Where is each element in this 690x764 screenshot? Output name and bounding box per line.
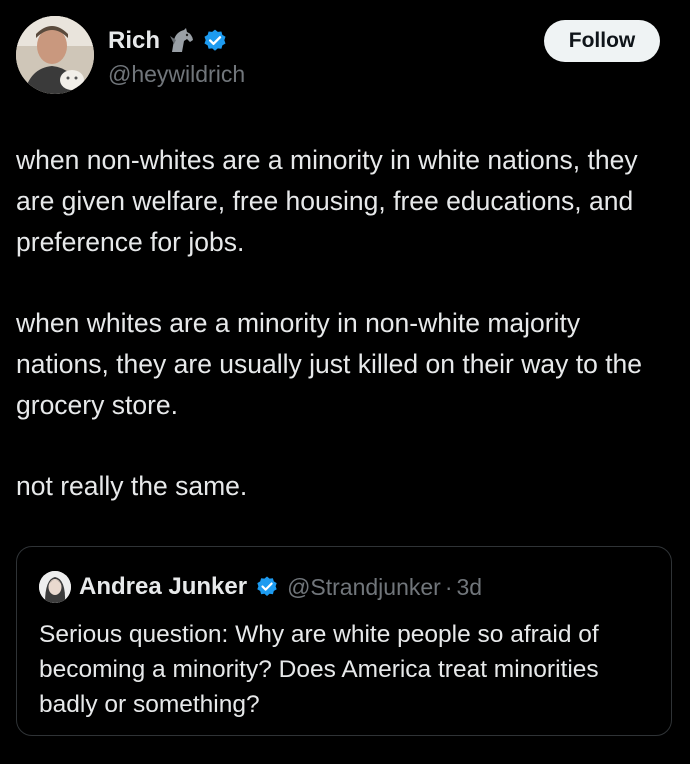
quoted-tweet-text: Serious question: Why are white people s… [39, 621, 599, 718]
tweet-header: Rich @heywildrich Follow [16, 16, 660, 96]
quoted-author-handle[interactable]: @Strandjunker [287, 574, 441, 601]
quoted-tweet-header: Andrea Junker @Strandjunker · 3d [39, 571, 482, 603]
tweet-paragraph: when non-whites are a minority in white … [16, 145, 638, 257]
tweet-text: when non-whites are a minority in white … [16, 140, 676, 547]
quoted-author-avatar[interactable] [39, 571, 71, 603]
verified-badge-icon [255, 575, 279, 599]
separator-dot: · [444, 573, 453, 600]
author-avatar[interactable] [16, 16, 94, 94]
tweet-paragraph: not really the same. [16, 471, 248, 501]
author-handle[interactable]: @heywildrich [108, 61, 245, 88]
horse-icon [166, 26, 196, 56]
author-name-row: Rich [108, 26, 228, 56]
follow-button[interactable]: Follow [544, 20, 660, 62]
quoted-tweet-timestamp[interactable]: 3d [457, 574, 483, 601]
author-display-name[interactable]: Rich [108, 27, 160, 55]
verified-badge-icon [202, 28, 228, 54]
quoted-author-name[interactable]: Andrea Junker [79, 573, 247, 601]
quoted-tweet-card[interactable]: Andrea Junker @Strandjunker · 3d Serious… [16, 546, 672, 736]
tweet-paragraph: when whites are a minority in non-white … [16, 308, 643, 420]
